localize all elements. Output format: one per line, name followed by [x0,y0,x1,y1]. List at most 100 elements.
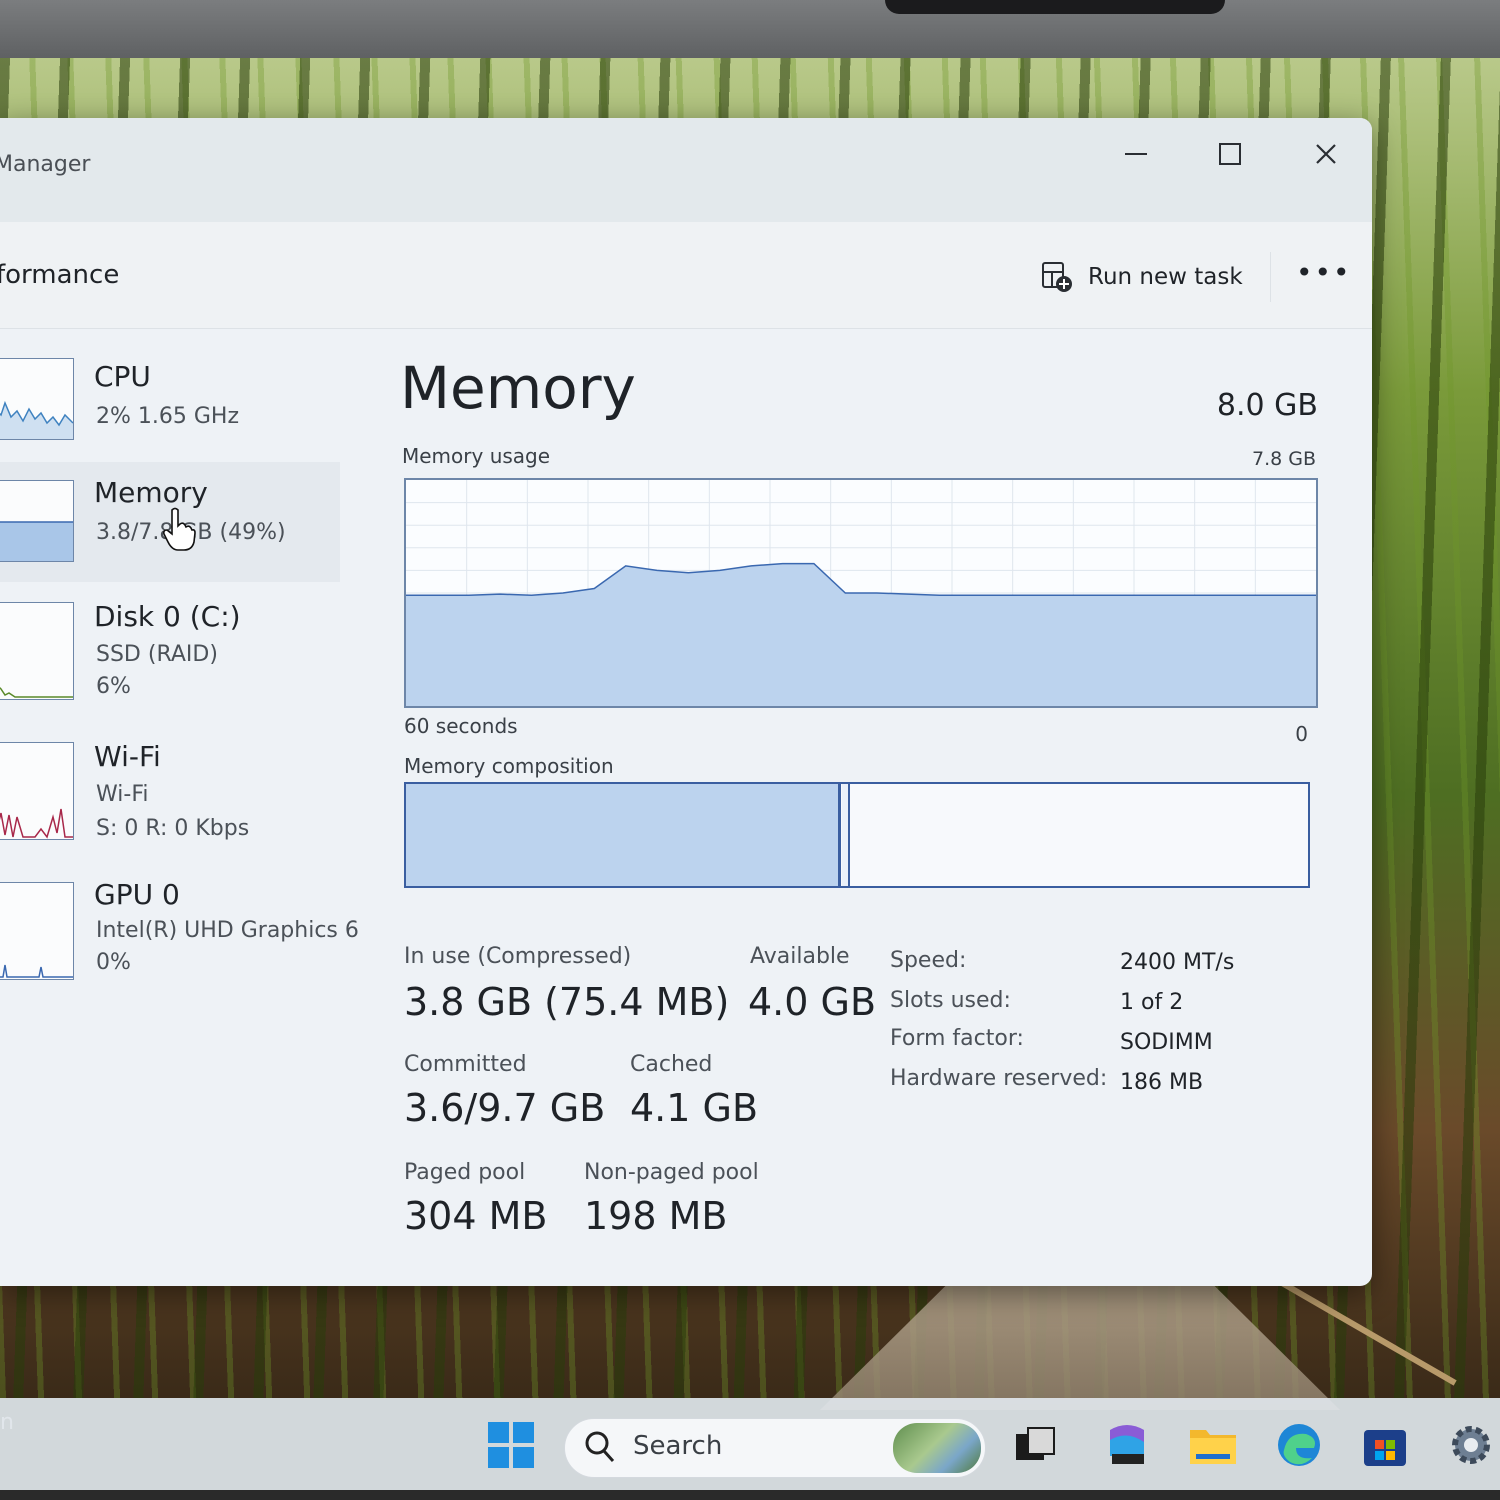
composition-in-use-segment [406,784,841,886]
slots-used-label: Slots used: [890,988,1011,1013]
edge-icon [1278,1424,1320,1466]
memory-mini-chart [0,521,73,561]
window-title: Manager [0,152,91,177]
search-placeholder: Search [633,1431,723,1461]
hardware-reserved-value: 186 MB [1120,1070,1204,1095]
taskbar-search[interactable]: Search [564,1418,986,1478]
in-use-value: 3.8 GB (75.4 MB) [404,980,730,1024]
m365-app-button[interactable] [1102,1420,1152,1470]
task-view-button[interactable] [1010,1420,1060,1470]
run-task-icon [1042,262,1072,292]
memory-usage-graph [404,478,1318,708]
paged-pool-label: Paged pool [404,1160,526,1185]
performance-sidebar: CPU 2% 1.65 GHz Memory 3.8/7.8 GB (49%) [0,330,360,1286]
maximize-button[interactable] [1200,128,1260,180]
settings-button[interactable] [1446,1420,1496,1470]
hand-cursor-icon [163,507,196,551]
sidebar-item-memory-name: Memory [94,476,208,509]
nonpaged-pool-value: 198 MB [584,1194,728,1238]
sidebar-item-disk[interactable]: Disk 0 (C:) SSD (RAID) 6% [0,584,340,704]
available-label: Available [750,944,850,969]
slots-used-value: 1 of 2 [1120,990,1184,1015]
microsoft-store-button[interactable] [1360,1420,1410,1470]
gear-icon [1452,1426,1490,1464]
sidebar-item-cpu-name: CPU [94,360,151,393]
committed-label: Committed [404,1052,527,1077]
gpu-thumbnail-graph [0,882,74,980]
more-options-button[interactable]: ••• [1296,256,1352,289]
sidebar-item-disk-usage: 6% [96,674,131,699]
title-bar[interactable]: Manager [0,118,1372,222]
memory-usage-line [406,562,1316,597]
file-explorer-button[interactable] [1188,1420,1238,1470]
speed-value: 2400 MT/s [1120,950,1235,975]
command-divider [1270,252,1271,302]
memory-usage-label: Memory usage [402,444,551,468]
memory-composition-bar [404,782,1310,888]
memory-thumbnail-graph [0,480,74,562]
command-bar: formance Run new task ••• [0,222,1372,329]
search-icon [585,1431,615,1463]
cpu-mini-chart [0,400,73,439]
task-view-icon [1016,1427,1055,1460]
camera-notch [885,0,1225,14]
folder-icon [1190,1430,1236,1464]
speed-label: Speed: [890,948,967,973]
close-button[interactable] [1296,128,1356,180]
disk-thumbnail-graph [0,602,74,700]
composition-modified-segment [842,784,850,886]
maximize-icon [1219,143,1241,165]
cached-label: Cached [630,1052,713,1077]
memory-usage-max: 7.8 GB [1251,448,1316,470]
sidebar-item-memory[interactable]: Memory 3.8/7.8 GB (49%) [0,462,340,582]
committed-value: 3.6/9.7 GB [404,1086,606,1130]
nonpaged-pool-label: Non-paged pool [584,1160,759,1185]
screen-bezel-bottom [0,1490,1500,1500]
gpu-mini-chart [0,964,73,978]
in-use-label: In use (Compressed) [404,944,632,969]
m365-icon [1110,1425,1144,1464]
sidebar-item-disk-name: Disk 0 (C:) [94,600,241,633]
graph-time-span: 60 seconds [404,714,518,738]
close-icon [1316,144,1336,164]
sidebar-item-wifi[interactable]: Wi-Fi Wi-Fi S: 0 R: 0 Kbps [0,724,340,844]
disk-mini-chart [0,686,73,698]
total-memory: 8.0 GB [1216,388,1318,423]
memory-detail-panel: Memory 8.0 GB Memory usage 7.8 GB 60 sec… [400,330,1340,1280]
task-manager-window: Manager formance Run new task ••• CPU 2%… [0,118,1372,1286]
sidebar-item-gpu-usage: 0% [96,950,131,975]
graph-min-value: 0 [1295,722,1308,746]
cached-value: 4.1 GB [630,1086,759,1130]
form-factor-value: SODIMM [1120,1030,1213,1055]
sidebar-item-gpu-name: GPU 0 [94,878,180,911]
cpu-thumbnail-graph [0,358,74,440]
wifi-mini-chart [0,808,73,839]
sidebar-item-wifi-throughput: S: 0 R: 0 Kbps [96,816,250,841]
paged-pool-value: 304 MB [404,1194,548,1238]
form-factor-label: Form factor: [890,1026,1024,1051]
minimize-button[interactable] [1106,128,1166,180]
memory-usage-chart [406,480,1316,706]
start-button[interactable] [486,1420,536,1470]
available-value: 4.0 GB [748,980,877,1024]
screen-bezel [0,0,1500,58]
hardware-reserved-label: Hardware reserved: [890,1066,1108,1091]
sidebar-item-wifi-name: Wi-Fi [94,740,161,773]
sidebar-item-gpu[interactable]: GPU 0 Intel(R) UHD Graphics 6 0% [0,864,359,984]
store-icon [1364,1430,1406,1466]
sidebar-item-wifi-type: Wi-Fi [96,782,149,807]
minimize-icon [1125,153,1147,155]
resource-title: Memory [400,354,636,422]
memory-composition-label: Memory composition [404,754,614,778]
sidebar-item-disk-type: SSD (RAID) [96,642,218,667]
windows-logo-icon [488,1422,534,1468]
run-new-task-button[interactable]: Run new task [1040,260,1243,294]
page-title: formance [0,260,120,290]
taskbar: Search [0,1398,1500,1500]
edge-browser-button[interactable] [1274,1420,1324,1470]
wifi-thumbnail-graph [0,742,74,840]
sidebar-item-cpu-stats: 2% 1.65 GHz [96,404,240,429]
memory-usage-area [406,563,1316,706]
sidebar-item-gpu-model: Intel(R) UHD Graphics 6 [96,918,359,943]
sidebar-item-cpu[interactable]: CPU 2% 1.65 GHz [0,340,340,460]
